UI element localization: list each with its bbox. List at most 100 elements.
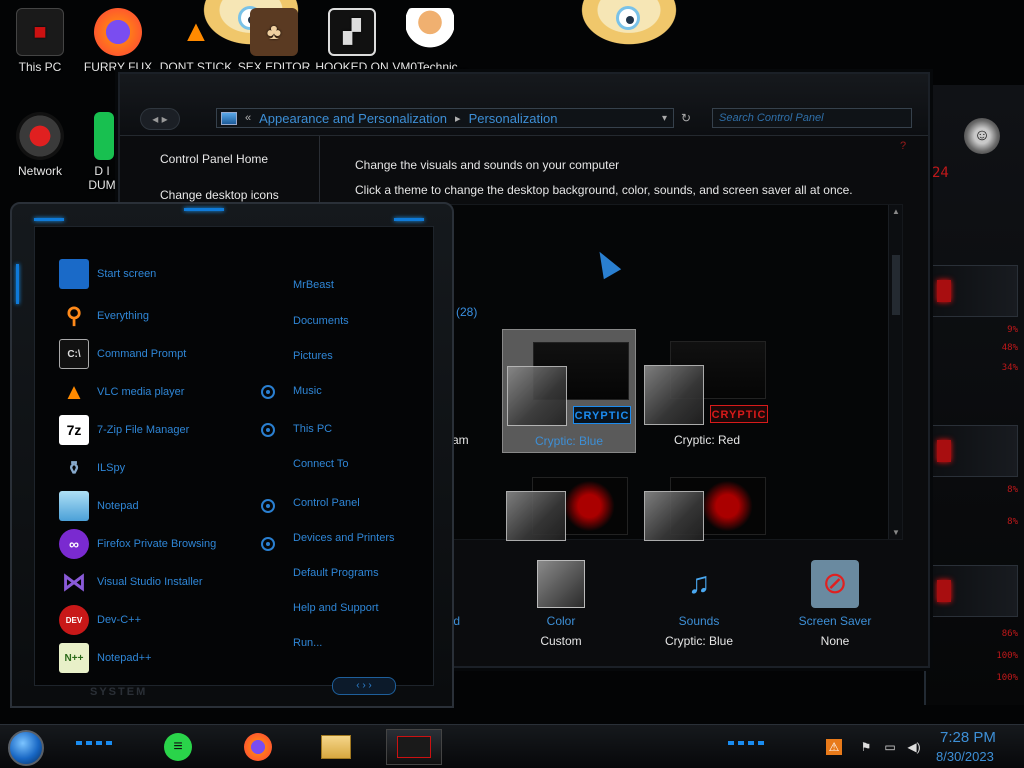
desktop-icon-dont-stick[interactable]: ▲ DONT STICK bbox=[156, 8, 236, 74]
vs-installer-icon: ⋈ bbox=[62, 568, 86, 596]
scroll-down-icon[interactable]: ▼ bbox=[892, 528, 900, 537]
desktop-icon-d-i-dum[interactable]: D I DUM bbox=[60, 112, 120, 192]
color-link[interactable]: Color bbox=[506, 614, 616, 628]
flag-icon[interactable]: ⚑ bbox=[858, 739, 874, 755]
desktop-icon-furry-fux[interactable]: FURRY FUX bbox=[78, 8, 158, 74]
search-input[interactable]: Search Control Panel bbox=[712, 108, 912, 128]
program-label: Everything bbox=[97, 310, 149, 322]
sounds-link[interactable]: Sounds bbox=[644, 614, 754, 628]
hud-value: 48% bbox=[1001, 343, 1018, 353]
sidebar-link-change-desktop-icons[interactable]: Change desktop icons bbox=[160, 188, 279, 202]
program-vs-installer[interactable]: ⋈ Visual Studio Installer bbox=[59, 565, 203, 599]
address-bar[interactable]: « Appearance and Personalization ▸ Perso… bbox=[216, 108, 674, 128]
hud-value: 86% bbox=[1001, 629, 1018, 639]
theme-color-swatch bbox=[644, 491, 704, 541]
back-button[interactable]: ◂ ▸ bbox=[140, 108, 180, 130]
bottom-sounds-setting[interactable]: ♫ Sounds Cryptic: Blue bbox=[644, 560, 754, 648]
taskbar-file-explorer[interactable] bbox=[316, 729, 356, 765]
place-run[interactable]: Run... bbox=[293, 637, 322, 649]
scrollbar[interactable]: ▲ ▼ bbox=[888, 205, 902, 539]
volume-icon[interactable]: ◀) bbox=[906, 739, 922, 755]
computer-icon bbox=[221, 111, 237, 125]
hud-block bbox=[932, 265, 1018, 317]
taskbar-notes-app[interactable]: ≡ bbox=[158, 729, 198, 765]
taskbar-firefox[interactable] bbox=[238, 729, 278, 765]
refresh-icon[interactable]: ↻ bbox=[676, 108, 696, 128]
program-label: VLC media player bbox=[97, 386, 185, 398]
hud-value: 8% bbox=[1007, 517, 1018, 527]
program-label: Notepad++ bbox=[97, 652, 152, 664]
program-ilspy[interactable]: ⚱ ILSpy bbox=[59, 451, 125, 485]
chevron-down-icon[interactable]: ▾ bbox=[662, 113, 673, 124]
place-documents[interactable]: Documents bbox=[293, 315, 349, 327]
pin-icon[interactable] bbox=[261, 499, 275, 513]
start-screen-icon bbox=[59, 259, 89, 289]
bottom-screensaver-setting[interactable]: ⊘ Screen Saver None bbox=[780, 560, 890, 648]
desktop-icon-vm0technic[interactable]: VM0Technic... bbox=[390, 8, 470, 74]
scroll-up-icon[interactable]: ▲ bbox=[892, 207, 900, 216]
start-menu-body: Start screen ⚲ Everything C:\ Command Pr… bbox=[34, 226, 434, 686]
pin-icon[interactable] bbox=[261, 385, 275, 399]
ilspy-icon: ⚱ bbox=[66, 457, 82, 478]
clock-time[interactable]: 7:28 PM bbox=[940, 729, 996, 746]
file-explorer-icon bbox=[321, 735, 351, 759]
network-tray-icon[interactable]: ▭ bbox=[882, 739, 898, 755]
desktop-icon-this-pc[interactable]: ■ This PC bbox=[0, 8, 80, 74]
place-pictures[interactable]: Pictures bbox=[293, 350, 333, 362]
magnifier-icon: ⚲ bbox=[65, 303, 83, 328]
place-help-support[interactable]: Help and Support bbox=[293, 602, 379, 614]
program-label: 7-Zip File Manager bbox=[97, 424, 190, 436]
theme-cryptic-blue[interactable]: CRYPTIC Cryptic: Blue bbox=[502, 329, 636, 453]
program-command-prompt[interactable]: C:\ Command Prompt bbox=[59, 337, 186, 371]
sounds-value: Cryptic: Blue bbox=[664, 634, 734, 648]
help-icon[interactable]: ? bbox=[900, 140, 906, 152]
place-mrbeast[interactable]: MrBeast bbox=[293, 279, 334, 291]
breadcrumb-personalization[interactable]: Personalization bbox=[469, 111, 558, 126]
program-label: Dev-C++ bbox=[97, 614, 142, 626]
screen-saver-link[interactable]: Screen Saver bbox=[780, 614, 890, 628]
pin-icon[interactable] bbox=[261, 423, 275, 437]
scrollbar-thumb[interactable] bbox=[892, 255, 900, 315]
bottom-color-setting[interactable]: Color Custom bbox=[506, 560, 616, 648]
this-pc-icon: ■ bbox=[16, 8, 64, 56]
program-start-screen[interactable]: Start screen bbox=[59, 257, 156, 291]
start-nav-arrows[interactable]: ‹ › › bbox=[332, 677, 396, 695]
theme-color-swatch bbox=[507, 366, 567, 426]
start-button[interactable] bbox=[8, 730, 44, 766]
screen-saver-icon: ⊘ bbox=[811, 560, 859, 608]
program-everything[interactable]: ⚲ Everything bbox=[59, 299, 149, 333]
place-music[interactable]: Music bbox=[293, 385, 322, 397]
maze-icon: ▞ bbox=[328, 8, 376, 56]
place-this-pc[interactable]: This PC bbox=[293, 423, 332, 435]
sidebar-link-control-panel-home[interactable]: Control Panel Home bbox=[160, 152, 268, 166]
place-control-panel[interactable]: Control Panel bbox=[293, 497, 360, 509]
place-devices-printers[interactable]: Devices and Printers bbox=[293, 532, 395, 544]
program-notepad[interactable]: Notepad bbox=[59, 489, 139, 523]
vlc-cone-icon: ▲ bbox=[181, 15, 211, 48]
pin-icon[interactable] bbox=[261, 537, 275, 551]
program-firefox-private[interactable]: ∞ Firefox Private Browsing bbox=[59, 527, 216, 561]
desktop: ■ This PC FURRY FUX ▲ DONT STICK ♣ SEX E… bbox=[0, 0, 1024, 768]
program-label: Command Prompt bbox=[97, 348, 187, 360]
themes-count: (28) bbox=[456, 305, 478, 319]
program-label: Start screen bbox=[97, 268, 157, 280]
breadcrumb-appearance[interactable]: Appearance and Personalization bbox=[259, 111, 447, 126]
taskbar-alien-app[interactable] bbox=[386, 729, 442, 765]
theme-unnamed-1[interactable] bbox=[502, 465, 636, 541]
theme-unnamed-2[interactable] bbox=[640, 465, 774, 541]
sounds-icon: ♫ bbox=[687, 567, 711, 600]
program-devcpp[interactable]: DEV Dev-C++ bbox=[59, 603, 141, 637]
program-7zip[interactable]: 7z 7-Zip File Manager bbox=[59, 413, 189, 447]
theme-cryptic-red[interactable]: CRYPTIC Cryptic: Red bbox=[640, 329, 774, 453]
devcpp-icon: DEV bbox=[59, 605, 89, 635]
desktop-icon-sex-editor[interactable]: ♣ SEX EDITOR bbox=[234, 8, 314, 74]
place-connect-to[interactable]: Connect To bbox=[293, 458, 348, 470]
program-notepadpp[interactable]: N++ Notepad++ bbox=[59, 641, 151, 675]
clock-date[interactable]: 8/30/2023 bbox=[936, 749, 994, 764]
desktop-icon-hooked-on[interactable]: ▞ HOOKED ON bbox=[312, 8, 392, 74]
desktop-icon-label: This PC bbox=[18, 60, 62, 74]
program-vlc[interactable]: ▲ VLC media player bbox=[59, 375, 184, 409]
place-default-programs[interactable]: Default Programs bbox=[293, 567, 379, 579]
update-icon[interactable]: ⚠ bbox=[826, 739, 842, 755]
theme-name: Cryptic: Red bbox=[673, 433, 741, 447]
